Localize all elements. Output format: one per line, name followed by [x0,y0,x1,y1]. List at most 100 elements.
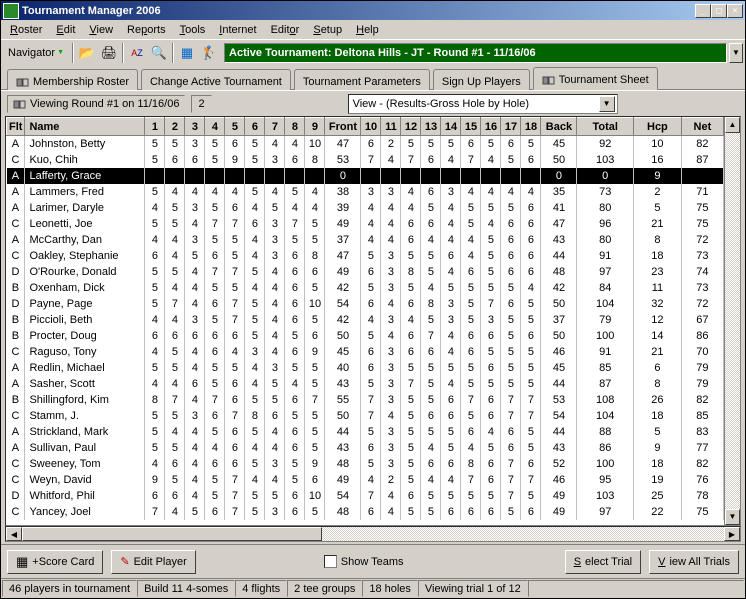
column-header-back[interactable]: Back [541,118,577,136]
table-row[interactable]: ALammers, Fred54444545438334634444357327… [7,184,724,200]
open-icon[interactable]: 📂 [77,43,97,63]
column-header-front[interactable]: Front [325,118,361,136]
cell-value: 7 [225,504,245,520]
cell-value: 6 [185,328,205,344]
course-icon[interactable]: 🏌 [199,43,219,63]
column-header-7[interactable]: 7 [265,118,285,136]
table-row[interactable]: ALafferty, Grace0009 [7,168,724,184]
horizontal-scrollbar[interactable]: ◀ ▶ [5,526,741,542]
show-teams-checkbox[interactable] [324,555,337,568]
table-row[interactable]: AStrickland, Mark54456546544535556465448… [7,424,724,440]
print-icon[interactable]: 🖨 [99,43,119,63]
cards-icon[interactable]: ▦ [177,43,197,63]
menu-view[interactable]: View [82,22,120,38]
edit-player-button[interactable]: ✎ Edit Player [111,550,195,574]
menu-roster[interactable]: Roster [3,22,49,38]
column-header-3[interactable]: 3 [185,118,205,136]
scroll-thumb[interactable] [22,527,322,541]
table-row[interactable]: BOxenham, Dick54455446542535455554428411… [7,280,724,296]
column-header-hcp[interactable]: Hcp [633,118,681,136]
table-row[interactable]: ARedlin, Michael554554355406355556554585… [7,360,724,376]
vertical-scrollbar[interactable]: ▲ ▼ [724,117,740,525]
cell-value: 3 [185,136,205,152]
cell-value: 7 [361,152,381,168]
table-row[interactable]: BProcter, Doug66666545650546746656501001… [7,328,724,344]
column-header-net[interactable]: Net [681,118,723,136]
tab-tournament-sheet[interactable]: Tournament Sheet [533,67,658,90]
score-card-button[interactable]: ▦ +Score Card [7,550,103,574]
table-row[interactable]: AMcCarthy, Dan44355435537446444566438087… [7,232,724,248]
table-row[interactable]: ALarimer, Daryle453564544394445455564180… [7,200,724,216]
view-all-trials-button[interactable]: View All Trials [649,550,739,574]
column-header-9[interactable]: 9 [305,118,325,136]
column-header-17[interactable]: 17 [501,118,521,136]
column-header-flt[interactable]: Flt [7,118,25,136]
column-header-13[interactable]: 13 [421,118,441,136]
results-grid[interactable]: FltName123456789Front101112131415161718B… [6,117,724,525]
cell-value: 6 [481,504,501,520]
menu-tools[interactable]: Tools [173,22,213,38]
table-row[interactable]: CLeonetti, Joe55477637549446645466479621… [7,216,724,232]
cell-value: 87 [577,376,634,392]
table-row[interactable]: ASullivan, Paul5544644654363545456543869… [7,440,724,456]
column-header-total[interactable]: Total [577,118,634,136]
column-header-4[interactable]: 4 [205,118,225,136]
column-header-8[interactable]: 8 [285,118,305,136]
menu-editor[interactable]: Editor [264,22,307,38]
menu-edit[interactable]: Edit [49,22,82,38]
navigator-button[interactable]: Navigator▼ [3,42,69,64]
select-trial-button[interactable]: Select Trial [565,550,641,574]
table-row[interactable]: CKuo, Chih56659536853747647456501031687 [7,152,724,168]
table-row[interactable]: AJohnston, Betty553565441047625556565459… [7,136,724,152]
table-row[interactable]: CYancey, Joel745675365486455666564997227… [7,504,724,520]
scroll-track[interactable] [322,527,724,541]
menu-reports[interactable]: Reports [120,22,173,38]
table-row[interactable]: BShillingford, Kim8747655675573556767753… [7,392,724,408]
column-header-14[interactable]: 14 [441,118,461,136]
table-row[interactable]: CRaguso, Tony454643469456366465554691217… [7,344,724,360]
menu-internet[interactable]: Internet [212,22,263,38]
column-header-15[interactable]: 15 [461,118,481,136]
scroll-up-button[interactable]: ▲ [725,117,740,133]
column-header-name[interactable]: Name [25,118,145,136]
scroll-down-button[interactable]: ▼ [725,509,740,525]
tab-tournament-parameters[interactable]: Tournament Parameters [294,69,430,90]
table-row[interactable]: ASasher, Scott44656454543537545555448787… [7,376,724,392]
close-button[interactable]: ✕ [727,4,743,18]
column-header-12[interactable]: 12 [401,118,421,136]
tab-membership-roster[interactable]: Membership Roster [7,69,138,90]
sort-az-icon[interactable]: AZ [127,43,147,63]
binoculars-icon[interactable]: 🔍 [149,43,169,63]
menu-help[interactable]: Help [349,22,386,38]
scroll-track[interactable] [725,133,740,509]
column-header-1[interactable]: 1 [145,118,165,136]
table-row[interactable]: BPiccioli, Beth4435754654243453535537791… [7,312,724,328]
tab-change-active-tournament[interactable]: Change Active Tournament [141,69,291,90]
view-select-dropdown[interactable]: View - (Results-Gross Hole by Hole) ▼ [348,94,618,114]
table-row[interactable]: COakley, Stephanie6456543684753556456644… [7,248,724,264]
scroll-left-button[interactable]: ◀ [6,527,22,541]
column-header-11[interactable]: 11 [381,118,401,136]
minimize-button[interactable]: _ [695,4,711,18]
tab-sign-up-players[interactable]: Sign Up Players [433,69,530,90]
table-row[interactable]: DPayne, Page5746754610546468357655010432… [7,296,724,312]
table-row[interactable]: DO'Rourke, Donald55477546649638546566489… [7,264,724,280]
column-header-5[interactable]: 5 [225,118,245,136]
table-row[interactable]: CSweeney, Tom464665359485356686765210018… [7,456,724,472]
table-row[interactable]: CStamm, J.55367865550745665677541041885 [7,408,724,424]
table-row[interactable]: CWeyn, David9545744564942544767746951976 [7,472,724,488]
menu-setup[interactable]: Setup [306,22,349,38]
page-number-box[interactable]: 2 [191,95,211,113]
cell-value: 48 [325,456,361,472]
table-row[interactable]: DWhitford, Phil6645755610547465555754910… [7,488,724,504]
maximize-button[interactable]: □ [711,4,727,18]
dropdown-icon[interactable]: ▼ [599,96,615,112]
column-header-2[interactable]: 2 [165,118,185,136]
scroll-right-button[interactable]: ▶ [724,527,740,541]
column-header-10[interactable]: 10 [361,118,381,136]
cell-value: 6 [205,344,225,360]
tournament-dropdown-button[interactable]: ▼ [729,43,743,63]
column-header-18[interactable]: 18 [521,118,541,136]
column-header-16[interactable]: 16 [481,118,501,136]
column-header-6[interactable]: 6 [245,118,265,136]
